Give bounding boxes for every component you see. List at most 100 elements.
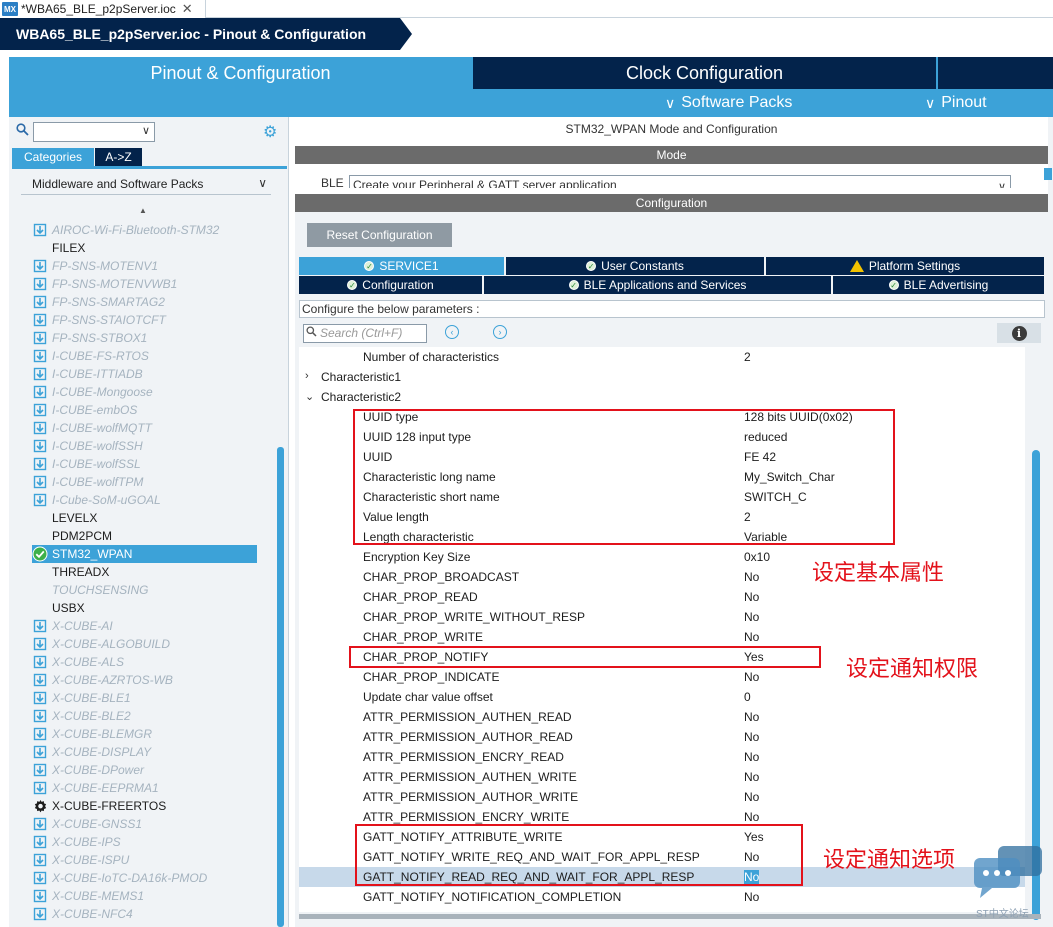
list-item[interactable]: X-CUBE-NFC4 [32, 905, 257, 921]
parameter-row[interactable]: ATTR_PERMISSION_AUTHOR_READ No [299, 727, 1025, 747]
pinout-menu[interactable]: ∨ Pinout [925, 94, 987, 112]
window-scrollbar[interactable] [1048, 117, 1053, 927]
parameter-row[interactable]: Update char value offset 0 [299, 687, 1025, 707]
parameter-value[interactable]: No [744, 750, 759, 764]
info-button[interactable]: i [997, 323, 1041, 343]
list-item[interactable]: X-CUBE-ALS [32, 653, 257, 671]
parameter-row[interactable]: CHAR_PROP_READ No [299, 587, 1025, 607]
chevron-down-icon[interactable]: ⌄ [305, 390, 314, 403]
list-item[interactable]: X-CUBE-EEPRMA1 [32, 779, 257, 797]
list-item[interactable]: X-CUBE-DPower [32, 761, 257, 779]
mode-select[interactable]: Create your Peripheral & GATT server app… [349, 175, 1011, 188]
parameter-value[interactable]: 0x10 [744, 550, 770, 564]
list-item[interactable]: PDM2PCM [32, 527, 257, 545]
tab-extra[interactable] [937, 57, 1053, 89]
tab-categories[interactable]: Categories [12, 148, 94, 166]
list-item[interactable]: FP-SNS-MOTENV1 [32, 257, 257, 275]
list-item[interactable]: TOUCHSENSING [32, 581, 257, 599]
list-item[interactable]: I-CUBE-wolfMQTT [32, 419, 257, 437]
parameter-value[interactable]: No [744, 590, 759, 604]
list-item[interactable]: STM32_WPAN [32, 545, 257, 563]
tab-platform-settings[interactable]: Platform Settings [766, 257, 1045, 275]
tab-clock-configuration[interactable]: Clock Configuration [472, 57, 936, 89]
previous-match-icon[interactable]: ‹ [445, 325, 459, 339]
list-item[interactable]: X-CUBE-GNSS1 [32, 815, 257, 833]
list-item[interactable]: AIROC-Wi-Fi-Bluetooth-STM32 [32, 221, 257, 239]
tab-service1[interactable]: ✓ SERVICE1 [299, 257, 505, 275]
parameter-value[interactable]: No [744, 670, 759, 684]
parameter-value[interactable]: No [744, 730, 759, 744]
parameter-row[interactable]: CHAR_PROP_WRITE_WITHOUT_RESP No [299, 607, 1025, 627]
search-icon[interactable] [16, 123, 29, 139]
tab-ble-advertising[interactable]: ✓ BLE Advertising [833, 276, 1045, 294]
list-item[interactable]: FP-SNS-MOTENVWB1 [32, 275, 257, 293]
horizontal-scrollbar[interactable] [299, 914, 1041, 919]
left-scrollbar[interactable] [277, 447, 284, 927]
list-item[interactable]: X-CUBE-ALGOBUILD [32, 635, 257, 653]
parameter-value[interactable]: 2 [744, 350, 751, 364]
list-item[interactable]: X-CUBE-BLEMGR [32, 725, 257, 743]
list-item[interactable]: FP-SNS-STBOX1 [32, 329, 257, 347]
list-item[interactable]: X-CUBE-IPS [32, 833, 257, 851]
parameter-value[interactable]: 0 [744, 690, 751, 704]
parameter-row[interactable]: GATT_NOTIFY_NOTIFICATION_COMPLETION No [299, 887, 1025, 907]
list-item[interactable]: THREADX [32, 563, 257, 581]
parameter-value[interactable]: No [744, 710, 759, 724]
list-item[interactable]: X-CUBE-AZRTOS-WB [32, 671, 257, 689]
chevron-right-icon[interactable]: › [305, 370, 309, 382]
list-item[interactable]: X-CUBE-ISPU [32, 851, 257, 869]
parameter-value[interactable]: No [744, 630, 759, 644]
list-item[interactable]: X-CUBE-FREERTOS [32, 797, 257, 815]
chevron-down-icon[interactable]: ∨ [142, 124, 150, 137]
list-item[interactable]: FP-SNS-STAIOTCFT [32, 311, 257, 329]
list-item[interactable]: I-Cube-SoM-uGOAL [32, 491, 257, 509]
list-item[interactable]: FP-SNS-SMARTAG2 [32, 293, 257, 311]
parameter-value[interactable]: No [744, 770, 759, 784]
list-item[interactable]: USBX [32, 599, 257, 617]
reset-configuration-button[interactable]: Reset Configuration [307, 223, 452, 247]
window-scrollbar-thumb[interactable] [1044, 168, 1052, 180]
parameter-value[interactable]: No [744, 570, 759, 584]
list-item[interactable]: X-CUBE-BLE1 [32, 689, 257, 707]
list-item[interactable]: I-CUBE-embOS [32, 401, 257, 419]
list-item[interactable]: I-CUBE-Mongoose [32, 383, 257, 401]
list-item[interactable]: X-CUBE-AI [32, 617, 257, 635]
list-item[interactable]: X-CUBE-BLE2 [32, 707, 257, 725]
list-item[interactable]: X-CUBE-IoTC-DA16k-PMOD [32, 869, 257, 887]
list-item[interactable]: I-CUBE-ITTIADB [32, 365, 257, 383]
parameter-row[interactable]: ⌄ Characteristic2 [299, 387, 1025, 407]
software-packs-menu[interactable]: ∨ Software Packs [665, 94, 792, 112]
tab-a-z[interactable]: A->Z [95, 148, 142, 166]
scroll-up-icon[interactable]: ▲ [139, 206, 147, 215]
list-item[interactable]: I-CUBE-wolfSSL [32, 455, 257, 473]
parameter-row[interactable]: CHAR_PROP_WRITE No [299, 627, 1025, 647]
category-search-input[interactable]: ∨ [33, 122, 155, 142]
parameter-row[interactable]: ATTR_PERMISSION_AUTHEN_WRITE No [299, 767, 1025, 787]
list-item[interactable]: X-CUBE-MEMS1 [32, 887, 257, 905]
category-select[interactable]: Middleware and Software Packs ∨ [21, 173, 271, 195]
parameter-row[interactable]: Number of characteristics 2 [299, 347, 1025, 367]
parameter-value[interactable]: No [744, 810, 759, 824]
gear-icon[interactable]: ⚙ [263, 122, 277, 142]
list-item[interactable]: I-CUBE-FS-RTOS [32, 347, 257, 365]
parameter-row[interactable]: ATTR_PERMISSION_AUTHOR_WRITE No [299, 787, 1025, 807]
parameter-value[interactable]: No [744, 610, 759, 624]
parameter-search-input[interactable]: Search (Ctrl+F) [303, 324, 427, 343]
list-item[interactable]: X-CUBE-DISPLAY [32, 743, 257, 761]
tab-pinout-configuration[interactable]: Pinout & Configuration [9, 57, 472, 90]
tab-user-constants[interactable]: ✓ User Constants [506, 257, 765, 275]
breadcrumb-segment[interactable]: WBA65_BLE_p2pServer.ioc - Pinout & Confi… [0, 18, 400, 50]
tab-ble-applications[interactable]: ✓ BLE Applications and Services [484, 276, 832, 294]
list-item[interactable]: FILEX [32, 239, 257, 257]
parameter-row[interactable]: › Characteristic1 [299, 367, 1025, 387]
tab-configuration[interactable]: ✓ Configuration [299, 276, 483, 294]
list-item[interactable]: LEVELX [32, 509, 257, 527]
parameter-value[interactable]: No [744, 790, 759, 804]
list-item[interactable]: I-CUBE-wolfSSH [32, 437, 257, 455]
list-item[interactable]: I-CUBE-wolfTPM [32, 473, 257, 491]
file-tab[interactable]: MX *WBA65_BLE_p2pServer.ioc ✕ [0, 0, 206, 18]
close-icon[interactable]: ✕ [182, 1, 193, 17]
parameter-row[interactable]: ATTR_PERMISSION_ENCRY_READ No [299, 747, 1025, 767]
parameter-row[interactable]: ATTR_PERMISSION_AUTHEN_READ No [299, 707, 1025, 727]
parameter-value[interactable]: No [744, 890, 759, 904]
